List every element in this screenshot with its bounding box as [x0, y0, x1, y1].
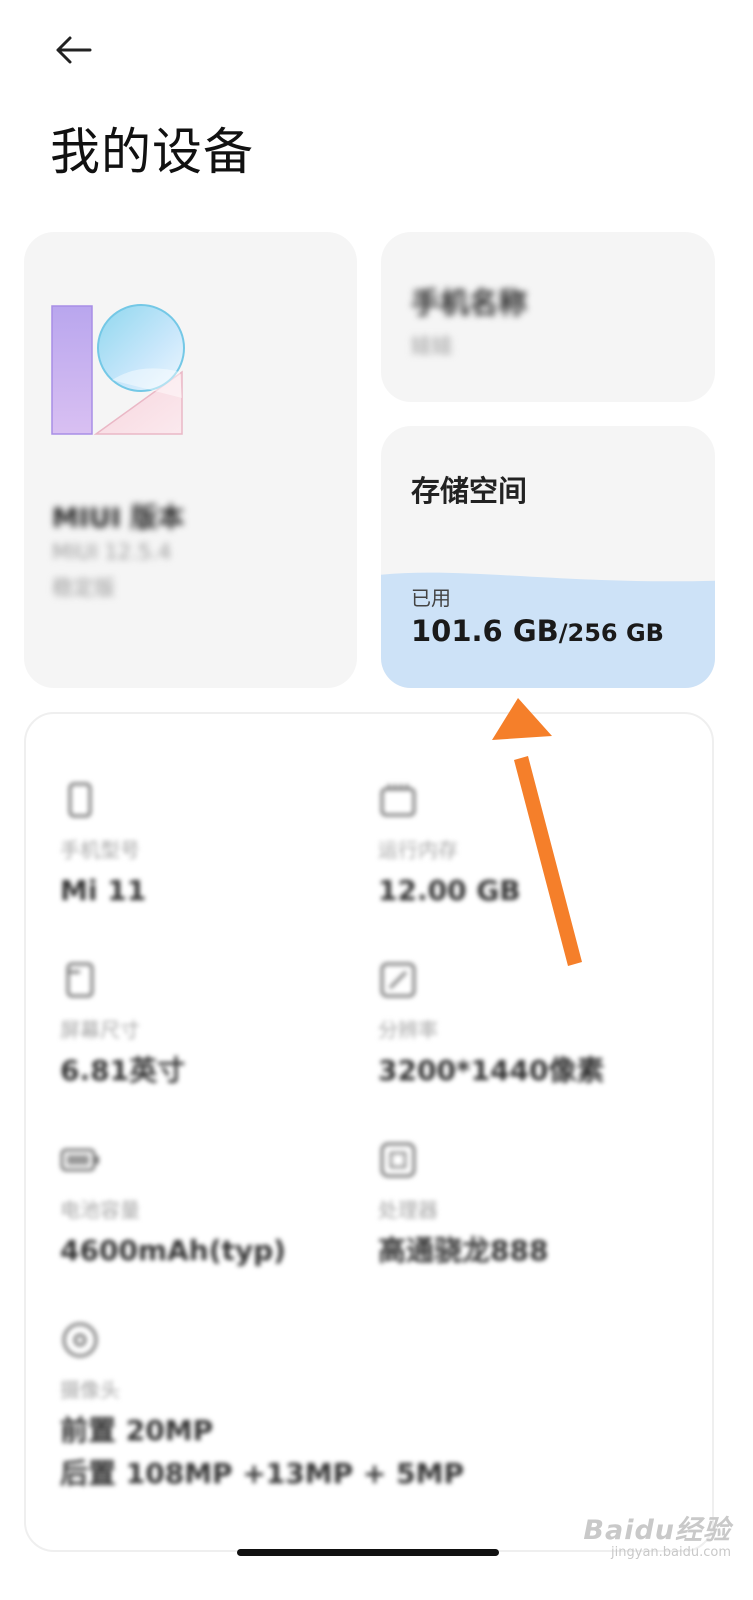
home-indicator[interactable] — [237, 1549, 499, 1556]
memory-chip-icon — [380, 784, 416, 817]
spec-value: 高通骁龙888 — [378, 1234, 549, 1267]
miui-12-logo-icon — [51, 304, 185, 435]
screen-size-icon — [66, 962, 94, 998]
miui-version-number: MIUI 12.5.4 — [52, 540, 172, 564]
spec-value: 4600mAh(typ) — [60, 1234, 286, 1267]
spec-resolution: 分辨率 3200*1440像素 — [378, 960, 605, 1092]
phone-name-title: 手机名称 — [411, 286, 528, 320]
phone-name-card[interactable]: 手机名称 娃娃 — [381, 232, 715, 402]
spec-label: 运行内存 — [378, 838, 458, 862]
resolution-icon — [380, 962, 416, 998]
spec-label: 手机型号 — [60, 838, 140, 862]
spec-processor: 处理器 高通骁龙888 — [378, 1140, 548, 1272]
spec-label: 处理器 — [378, 1198, 438, 1222]
spec-value: 6.81英寸 — [60, 1054, 186, 1087]
spec-battery: 电池容量 4600mAh(typ) — [60, 1140, 286, 1272]
spec-label: 分辨率 — [378, 1018, 438, 1042]
spec-value: Mi 11 — [60, 874, 147, 907]
storage-used-label: 已用 — [411, 586, 451, 610]
processor-icon — [380, 1142, 416, 1178]
spec-rear-camera: 后置 108MP +13MP + 5MP — [60, 1457, 464, 1491]
camera-icon — [62, 1322, 98, 1358]
spec-phone-model: 手机型号 Mi 11 — [60, 780, 146, 912]
storage-card[interactable]: 存储空间 已用 101.6 GB/256 GB — [381, 426, 715, 688]
device-specs-card: 手机型号 Mi 11 运行内存 12.00 GB 屏幕尺寸 6.81英寸 分辨率… — [24, 712, 714, 1552]
page-title: 我的设备 — [50, 123, 254, 181]
spec-label: 电池容量 — [60, 1198, 140, 1222]
back-arrow-icon — [56, 36, 92, 64]
spec-value: 前置 20MP 后置 108MP +13MP + 5MP — [60, 1409, 464, 1496]
spec-value: 3200*1440像素 — [378, 1054, 605, 1087]
storage-fill-wave — [381, 572, 715, 688]
baidu-watermark: Baidu经验 jingyan.baidu.com — [583, 1508, 731, 1560]
storage-used-value: 101.6 GB — [411, 614, 559, 648]
back-button[interactable] — [50, 28, 98, 72]
storage-title: 存储空间 — [411, 474, 528, 508]
battery-icon — [60, 1148, 99, 1172]
spec-label: 屏幕尺寸 — [60, 1018, 140, 1042]
miui-version-card[interactable]: MIUI 版本 MIUI 12.5.4 稳定版 — [24, 232, 357, 688]
storage-amount: 101.6 GB/256 GB — [411, 614, 664, 648]
spec-value: 12.00 GB — [378, 874, 521, 907]
spec-screen-size: 屏幕尺寸 6.81英寸 — [60, 960, 185, 1092]
miui-version-title: MIUI 版本 — [52, 503, 185, 534]
spec-label: 摄像头 — [60, 1378, 120, 1402]
storage-total-value: /256 GB — [558, 619, 664, 647]
phone-name-value: 娃娃 — [411, 334, 453, 358]
phone-icon — [68, 782, 92, 818]
spec-front-camera: 前置 20MP — [60, 1414, 214, 1447]
miui-channel: 稳定版 — [52, 576, 115, 600]
watermark-url: jingyan.baidu.com — [611, 1545, 731, 1560]
spec-ram: 运行内存 12.00 GB — [378, 780, 521, 912]
spec-camera: 摄像头 前置 20MP 后置 108MP +13MP + 5MP — [60, 1320, 464, 1496]
watermark-brand: Baidu经验 — [583, 1515, 731, 1546]
